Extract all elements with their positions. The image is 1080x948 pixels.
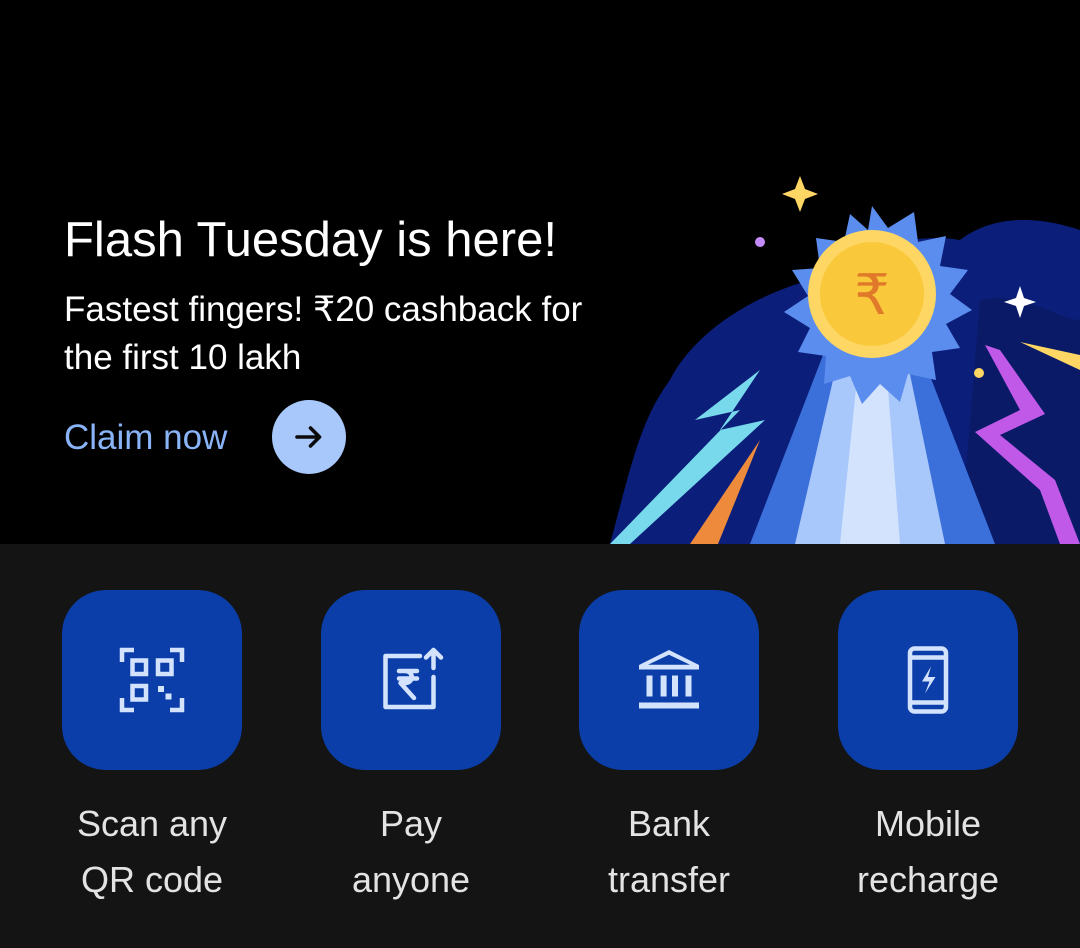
promo-banner[interactable]: Flash Tuesday is here! Fastest fingers! …	[0, 0, 1080, 544]
scan-qr-button[interactable]	[62, 590, 242, 770]
bank-transfer-button[interactable]	[579, 590, 759, 770]
quick-actions: Scan any QR code Pay anyone Bank transfe…	[0, 544, 1080, 948]
mobile-recharge-button[interactable]	[838, 590, 1018, 770]
pay-anyone-button[interactable]	[321, 590, 501, 770]
qr-scan-icon	[119, 647, 185, 713]
mobile-recharge-icon	[907, 646, 949, 714]
claim-now-link[interactable]: Claim now	[64, 402, 227, 474]
promo-title: Flash Tuesday is here!	[64, 213, 557, 267]
coin-rupee-symbol: ₹	[854, 263, 890, 328]
scan-qr-label[interactable]: Scan any QR code	[42, 796, 262, 908]
arrow-right-icon	[295, 426, 322, 448]
mobile-recharge-label[interactable]: Mobile recharge	[818, 796, 1038, 908]
bank-transfer-label[interactable]: Bank transfer	[559, 796, 779, 908]
cashback-illustration: ₹	[610, 176, 1080, 544]
bank-icon	[639, 650, 699, 709]
claim-now-button[interactable]	[272, 400, 346, 474]
pay-rupee-icon	[383, 647, 444, 710]
pay-anyone-label[interactable]: Pay anyone	[301, 796, 521, 908]
promo-subtitle: Fastest fingers! ₹20 cashback for the fi…	[64, 290, 583, 377]
